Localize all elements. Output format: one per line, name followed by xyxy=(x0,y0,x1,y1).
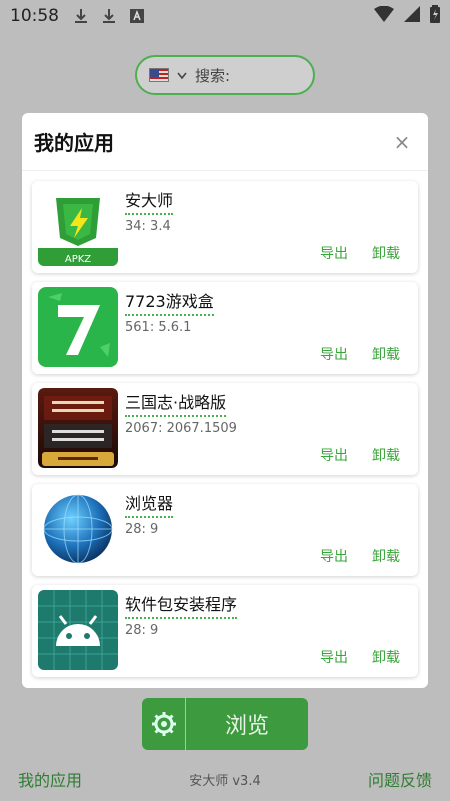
globe-icon xyxy=(38,489,118,569)
uninstall-button[interactable]: 卸载 xyxy=(372,344,400,364)
app-name: 浏览器 xyxy=(125,490,174,518)
status-time: 10:58 xyxy=(10,6,59,26)
sanguozhi-icon xyxy=(38,388,118,468)
svg-text:APKZ: APKZ xyxy=(65,254,91,265)
app-name: 安大师 xyxy=(125,187,174,215)
dialog-title: 我的应用 xyxy=(34,131,114,155)
app-name: 三国志·战略版 xyxy=(125,389,227,417)
export-button[interactable]: 导出 xyxy=(320,243,348,263)
my-apps-dialog: 我的应用 × APKZ 安大师 34: 3.4 导出 卸载 7723游戏盒 56… xyxy=(22,113,428,688)
app-name: 软件包安装程序 xyxy=(125,591,238,619)
uninstall-button[interactable]: 卸载 xyxy=(372,647,400,667)
export-button[interactable]: 导出 xyxy=(320,546,348,566)
download-icon xyxy=(73,8,89,24)
7723-icon xyxy=(38,287,118,367)
battery-icon xyxy=(430,4,440,28)
app-version: 28: 9 xyxy=(125,522,159,537)
app-actions: 导出 卸载 xyxy=(320,647,400,667)
apkz-shield-icon: APKZ xyxy=(38,186,118,266)
browse-label[interactable]: 浏览 xyxy=(186,698,308,750)
app-list: APKZ 安大师 34: 3.4 导出 卸载 7723游戏盒 561: 5.6.… xyxy=(22,171,428,677)
export-button[interactable]: 导出 xyxy=(320,344,348,364)
app-card: APKZ 安大师 34: 3.4 导出 卸载 xyxy=(32,181,418,273)
my-apps-link[interactable]: 我的应用 xyxy=(18,767,82,791)
status-bar: 10:58 xyxy=(0,0,450,32)
us-flag-icon[interactable] xyxy=(149,68,169,82)
android-icon xyxy=(38,590,118,670)
export-button[interactable]: 导出 xyxy=(320,445,348,465)
export-button[interactable]: 导出 xyxy=(320,647,348,667)
app-actions: 导出 卸载 xyxy=(320,243,400,263)
app-card: 软件包安装程序 28: 9 导出 卸载 xyxy=(32,585,418,677)
feedback-link[interactable]: 问题反馈 xyxy=(368,767,432,791)
app-actions: 导出 卸载 xyxy=(320,546,400,566)
app-version: 34: 3.4 xyxy=(125,219,171,234)
app-version-label: 安大师 v3.4 xyxy=(189,773,261,789)
app-card: 三国志·战略版 2067: 2067.1509 导出 卸载 xyxy=(32,383,418,475)
app-name: 7723游戏盒 xyxy=(125,288,214,316)
download-icon xyxy=(101,8,117,24)
wifi-icon xyxy=(374,5,394,27)
gear-icon[interactable] xyxy=(142,698,186,750)
footer: 我的应用 安大师 v3.4 问题反馈 xyxy=(0,764,450,794)
app-version: 2067: 2067.1509 xyxy=(125,421,237,436)
app-card: 7723游戏盒 561: 5.6.1 导出 卸载 xyxy=(32,282,418,374)
app-actions: 导出 卸载 xyxy=(320,445,400,465)
chevron-down-icon[interactable] xyxy=(177,66,187,84)
close-button[interactable]: × xyxy=(388,128,416,156)
search-bar[interactable]: 搜索: xyxy=(135,55,315,95)
search-label[interactable]: 搜索: xyxy=(195,65,230,86)
dialog-header: 我的应用 × xyxy=(22,113,428,171)
a-icon xyxy=(129,8,145,24)
uninstall-button[interactable]: 卸载 xyxy=(372,546,400,566)
app-actions: 导出 卸载 xyxy=(320,344,400,364)
app-version: 561: 5.6.1 xyxy=(125,320,192,335)
signal-icon xyxy=(404,5,420,27)
uninstall-button[interactable]: 卸载 xyxy=(372,243,400,263)
browse-button[interactable]: 浏览 xyxy=(142,698,308,750)
app-card: 浏览器 28: 9 导出 卸载 xyxy=(32,484,418,576)
uninstall-button[interactable]: 卸载 xyxy=(372,445,400,465)
app-version: 28: 9 xyxy=(125,623,159,638)
